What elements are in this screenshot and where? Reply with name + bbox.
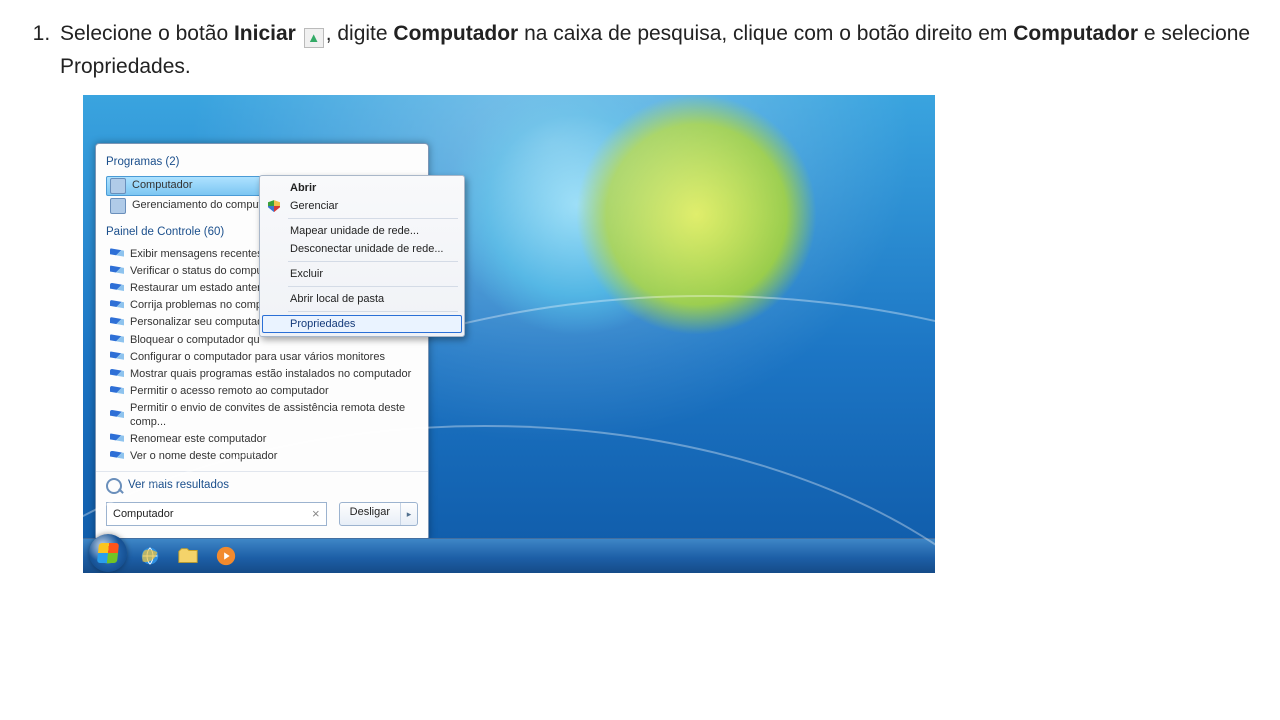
control-panel-label: Permitir o acesso remoto ao computador	[130, 385, 329, 398]
search-value: Computador	[113, 508, 174, 521]
control-panel-item[interactable]: Renomear este computador	[106, 431, 418, 448]
broken-image-icon: ▲	[304, 28, 324, 48]
more-results-link[interactable]: Ver mais resultados	[106, 478, 418, 494]
program-label: Computador	[132, 179, 193, 192]
start-button[interactable]	[89, 534, 127, 572]
context-menu-label: Excluir	[290, 268, 323, 280]
shutdown-button[interactable]: Desligar ▸	[339, 502, 418, 526]
control-panel-label: Bloquear o computador qu	[130, 334, 260, 347]
control-panel-label: Personalizar seu computad	[130, 316, 263, 329]
flag-icon	[110, 283, 124, 295]
program-label: Gerenciamento do comput	[132, 199, 262, 212]
control-panel-item[interactable]: Permitir o envio de convites de assistên…	[106, 400, 418, 430]
control-panel-label: Permitir o envio de convites de assistên…	[130, 402, 414, 428]
control-panel-label: Mostrar quais programas estão instalados…	[130, 368, 411, 381]
context-menu-item-desconectar-unidade-de-rede[interactable]: Desconectar unidade de rede...	[262, 240, 462, 258]
instruction-text: Selecione o botão	[60, 22, 234, 45]
separator	[288, 261, 458, 262]
control-panel-item[interactable]: Permitir o acesso remoto ao computador	[106, 383, 418, 400]
control-panel-label: Ver o nome deste computador	[130, 450, 277, 463]
control-panel-item[interactable]: Mostrar quais programas estão instalados…	[106, 366, 418, 383]
flag-icon	[110, 300, 124, 312]
context-menu-item-propriedades[interactable]: Propriedades	[262, 315, 462, 333]
taskbar-media-player-icon[interactable]	[211, 544, 241, 568]
instruction-text: , digite	[326, 22, 394, 45]
instruction-bold-computador-2: Computador	[1013, 22, 1138, 45]
context-menu-label: Propriedades	[290, 318, 355, 330]
flag-icon	[110, 386, 124, 398]
flag-icon	[110, 248, 124, 260]
shutdown-menu-caret[interactable]: ▸	[400, 503, 417, 525]
flag-icon	[110, 317, 124, 329]
context-menu-label: Abrir	[290, 182, 316, 194]
control-panel-label: Corrija problemas no comp	[130, 299, 262, 312]
instruction-step-1: Selecione o botão Iniciar ▲, digite Comp…	[56, 18, 1252, 83]
context-menu-item-mapear-unidade-de-rede[interactable]: Mapear unidade de rede...	[262, 222, 462, 240]
context-menu: Abrir Gerenciar Mapear unidade de rede... D…	[259, 175, 465, 337]
embedded-screenshot: Programas (2) Computador Gerenciamento d…	[83, 95, 935, 573]
flag-icon	[110, 369, 124, 381]
more-results-label: Ver mais resultados	[128, 479, 229, 493]
flag-icon	[110, 265, 124, 277]
context-menu-item-abrir-local-de-pasta[interactable]: Abrir local de pasta	[262, 290, 462, 308]
control-panel-label: Restaurar um estado anteri	[130, 282, 263, 295]
programs-heading: Programas (2)	[106, 156, 418, 170]
context-menu-item-gerenciar[interactable]: Gerenciar	[262, 197, 462, 215]
context-menu-label: Mapear unidade de rede...	[290, 225, 419, 237]
context-menu-item-excluir[interactable]: Excluir	[262, 265, 462, 283]
flag-icon	[110, 410, 124, 422]
search-input[interactable]: Computador ×	[106, 502, 327, 526]
control-panel-item[interactable]: Ver o nome deste computador	[106, 448, 418, 465]
flag-icon	[110, 451, 124, 463]
control-panel-label: Renomear este computador	[130, 433, 266, 446]
control-panel-label: Configurar o computador para usar vários…	[130, 351, 385, 364]
management-icon	[110, 198, 126, 214]
search-icon	[106, 478, 122, 494]
separator	[288, 286, 458, 287]
separator	[288, 311, 458, 312]
taskbar	[83, 538, 935, 573]
taskbar-ie-icon[interactable]	[135, 544, 165, 568]
separator	[288, 218, 458, 219]
flag-icon	[110, 351, 124, 363]
context-menu-label: Abrir local de pasta	[290, 293, 384, 305]
flag-icon	[110, 433, 124, 445]
context-menu-label: Desconectar unidade de rede...	[290, 243, 444, 255]
clear-search-icon[interactable]: ×	[312, 506, 320, 522]
control-panel-item[interactable]: Configurar o computador para usar vários…	[106, 349, 418, 366]
instruction-text: na caixa de pesquisa, clique com o botão…	[524, 22, 1013, 45]
context-menu-item-abrir[interactable]: Abrir	[262, 179, 462, 197]
computer-icon	[110, 178, 126, 194]
shield-icon	[268, 200, 280, 212]
shutdown-label: Desligar	[340, 503, 400, 525]
control-panel-label: Exibir mensagens recentes	[130, 248, 263, 261]
divider	[96, 471, 428, 472]
flag-icon	[110, 334, 124, 346]
instruction-bold-iniciar: Iniciar	[234, 22, 296, 45]
context-menu-label: Gerenciar	[290, 200, 338, 212]
taskbar-explorer-icon[interactable]	[173, 544, 203, 568]
instruction-list: Selecione o botão Iniciar ▲, digite Comp…	[28, 18, 1252, 83]
instruction-bold-computador-1: Computador	[393, 22, 518, 45]
control-panel-label: Verificar o status do compu	[130, 265, 263, 278]
